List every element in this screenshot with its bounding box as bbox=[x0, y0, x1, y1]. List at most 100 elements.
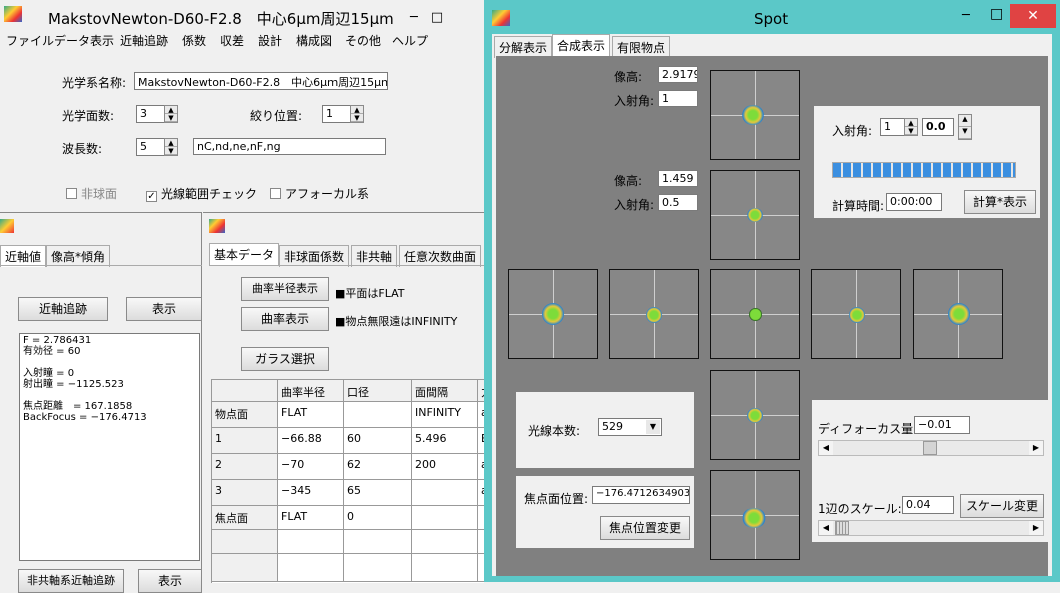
system-name-field[interactable]: MakstovNewton-D60-F2.8 中心6μｍ周辺15μｍ bbox=[134, 72, 388, 90]
img-h-field-2[interactable]: 1.459 bbox=[658, 170, 698, 187]
wl-stepper[interactable]: ▲ ▼ bbox=[164, 138, 178, 156]
table-cell[interactable]: 60 bbox=[344, 428, 412, 454]
slider-thumb[interactable] bbox=[923, 441, 937, 455]
menu-layout[interactable]: 構成図 bbox=[296, 32, 332, 49]
table-cell[interactable] bbox=[212, 530, 278, 554]
table-cell[interactable]: 焦点面 bbox=[212, 506, 278, 530]
focus-field[interactable]: −176.4712634903 bbox=[592, 486, 690, 504]
wl-count-field[interactable]: 5 bbox=[136, 138, 166, 156]
table-cell[interactable] bbox=[412, 480, 478, 506]
scale-change-button[interactable]: スケール変更 bbox=[960, 494, 1044, 518]
arrow-left-icon[interactable]: ◀ bbox=[819, 441, 833, 455]
tab-noncoaxial[interactable]: 非共軸 bbox=[351, 245, 398, 267]
tab-composite[interactable]: 合成表示 bbox=[552, 34, 611, 56]
table-cell[interactable]: 3 bbox=[212, 480, 278, 506]
table-cell[interactable]: 5.496 bbox=[412, 428, 478, 454]
table-cell[interactable]: INFINITY bbox=[412, 402, 478, 428]
paraxial-window: 近軸値 像高*傾角 近軸追跡 表示 F = 2.786431 有効径 = 60 … bbox=[0, 212, 202, 593]
menu-coeff[interactable]: 係数 bbox=[182, 32, 206, 49]
table-cell[interactable]: −70 bbox=[278, 454, 344, 480]
minimize-button[interactable]: ─ bbox=[962, 8, 970, 23]
scale-slider[interactable]: ◀ ▶ bbox=[818, 520, 1044, 536]
tab-finite-object[interactable]: 有限物点 bbox=[612, 36, 671, 58]
img-h-field-1[interactable]: 2.9179 bbox=[658, 66, 698, 83]
surfaces-field[interactable]: 3 bbox=[136, 105, 166, 123]
curvature-display-button[interactable]: 曲率表示 bbox=[241, 307, 329, 331]
table-cell[interactable]: 62 bbox=[344, 454, 412, 480]
maximize-button[interactable]: □ bbox=[990, 6, 1003, 22]
close-button[interactable]: ✕ bbox=[1010, 4, 1056, 28]
table-cell[interactable]: 65 bbox=[344, 480, 412, 506]
defocus-field[interactable]: −0.01 bbox=[914, 416, 970, 434]
spot-diagram-right-far bbox=[913, 269, 1003, 359]
table-cell[interactable] bbox=[412, 506, 478, 530]
tab-decomposed[interactable]: 分解表示 bbox=[494, 36, 553, 58]
surfaces-stepper[interactable]: ▲ ▼ bbox=[164, 105, 178, 123]
menu-design[interactable]: 設計 bbox=[258, 32, 282, 49]
table-cell[interactable]: 1 bbox=[212, 428, 278, 454]
table-cell[interactable]: 200 bbox=[412, 454, 478, 480]
tab-aspheric-coeff[interactable]: 非球面係数 bbox=[279, 245, 350, 267]
table-cell[interactable]: −345 bbox=[278, 480, 344, 506]
spot-pattern bbox=[747, 208, 763, 222]
wl-names-field[interactable]: nC,nd,ne,nF,ng bbox=[193, 138, 386, 155]
tab-basic-data[interactable]: 基本データ bbox=[209, 243, 280, 265]
tab-free-surface[interactable]: 任意次数曲面 bbox=[399, 245, 482, 267]
stop-stepper[interactable]: ▲ ▼ bbox=[350, 105, 364, 123]
offaxis-show-button[interactable]: 表示 bbox=[138, 569, 202, 593]
table-cell[interactable] bbox=[412, 554, 478, 582]
menu-help[interactable]: ヘルプ bbox=[392, 32, 428, 49]
ang-field-2[interactable]: 0.5 bbox=[658, 194, 698, 211]
offaxis-trace-button[interactable]: 非共軸系近軸追跡 bbox=[18, 569, 124, 593]
window-controls-partial[interactable]: ─ □ bbox=[410, 6, 443, 25]
table-cell[interactable] bbox=[344, 530, 412, 554]
afocal-checkbox[interactable]: アフォーカル系 bbox=[270, 185, 369, 202]
defocus-label: ディフォーカス量: bbox=[818, 422, 918, 436]
menu-paraxial[interactable]: 近軸追跡 bbox=[120, 32, 168, 49]
inc-field-a[interactable]: 1 bbox=[880, 118, 906, 136]
inc-stepper-b[interactable]: ▲ ▼ bbox=[958, 114, 972, 140]
table-cell[interactable] bbox=[212, 554, 278, 582]
table-cell[interactable]: FLAT bbox=[278, 506, 344, 530]
arrow-right-icon[interactable]: ▶ bbox=[1029, 441, 1043, 455]
menu-other[interactable]: その他 bbox=[345, 32, 381, 49]
defocus-slider[interactable]: ◀ ▶ bbox=[818, 440, 1044, 456]
table-cell[interactable]: 2 bbox=[212, 454, 278, 480]
spot-pattern bbox=[542, 303, 564, 325]
arrow-left-icon[interactable]: ◀ bbox=[819, 521, 833, 535]
system-name-label: 光学系名称: bbox=[62, 76, 127, 90]
paraxial-show-button[interactable]: 表示 bbox=[126, 297, 202, 321]
menu-data[interactable]: データ表示 bbox=[54, 32, 114, 49]
table-cell[interactable]: 物点面 bbox=[212, 402, 278, 428]
calc-display-button[interactable]: 計算*表示 bbox=[964, 190, 1036, 214]
table-cell[interactable] bbox=[278, 554, 344, 582]
menu-aberration[interactable]: 収差 bbox=[220, 32, 244, 49]
menu-file[interactable]: ファイル bbox=[6, 32, 54, 49]
table-cell[interactable]: 0 bbox=[344, 506, 412, 530]
inc-stepper-a[interactable]: ▲ ▼ bbox=[904, 118, 918, 136]
table-cell[interactable] bbox=[344, 402, 412, 428]
spot-diagram-bottom bbox=[710, 470, 800, 560]
aspheric-checkbox[interactable]: 非球面 bbox=[66, 185, 117, 202]
paraxial-trace-button[interactable]: 近軸追跡 bbox=[18, 297, 108, 321]
table-cell[interactable] bbox=[278, 530, 344, 554]
arrow-right-icon[interactable]: ▶ bbox=[1029, 521, 1043, 535]
inc-field-b[interactable]: 0.0 bbox=[922, 118, 954, 136]
spot-pattern bbox=[742, 508, 766, 528]
tab-image-height[interactable]: 像高*傾角 bbox=[46, 245, 111, 267]
defocus-panel: ディフォーカス量: −0.01 ◀ ▶ 1辺のスケール: 0.04 スケール変更… bbox=[812, 400, 1048, 542]
table-cell[interactable] bbox=[344, 554, 412, 582]
focus-change-button[interactable]: 焦点位置変更 bbox=[600, 516, 690, 540]
table-cell[interactable]: −66.88 bbox=[278, 428, 344, 454]
table-cell[interactable] bbox=[412, 530, 478, 554]
stop-field[interactable]: 1 bbox=[322, 105, 352, 123]
table-cell[interactable]: FLAT bbox=[278, 402, 344, 428]
ray-check-checkbox[interactable]: ✓ 光線範囲チェック bbox=[146, 185, 257, 202]
ang-field-1[interactable]: 1 bbox=[658, 90, 698, 107]
tab-paraxial-values[interactable]: 近軸値 bbox=[0, 245, 47, 267]
rays-select[interactable]: 529 ▼ bbox=[598, 418, 662, 436]
scale-field[interactable]: 0.04 bbox=[902, 496, 954, 514]
slider-thumb[interactable] bbox=[835, 521, 849, 535]
radius-display-button[interactable]: 曲率半径表示 bbox=[241, 277, 329, 301]
glass-select-button[interactable]: ガラス選択 bbox=[241, 347, 329, 371]
